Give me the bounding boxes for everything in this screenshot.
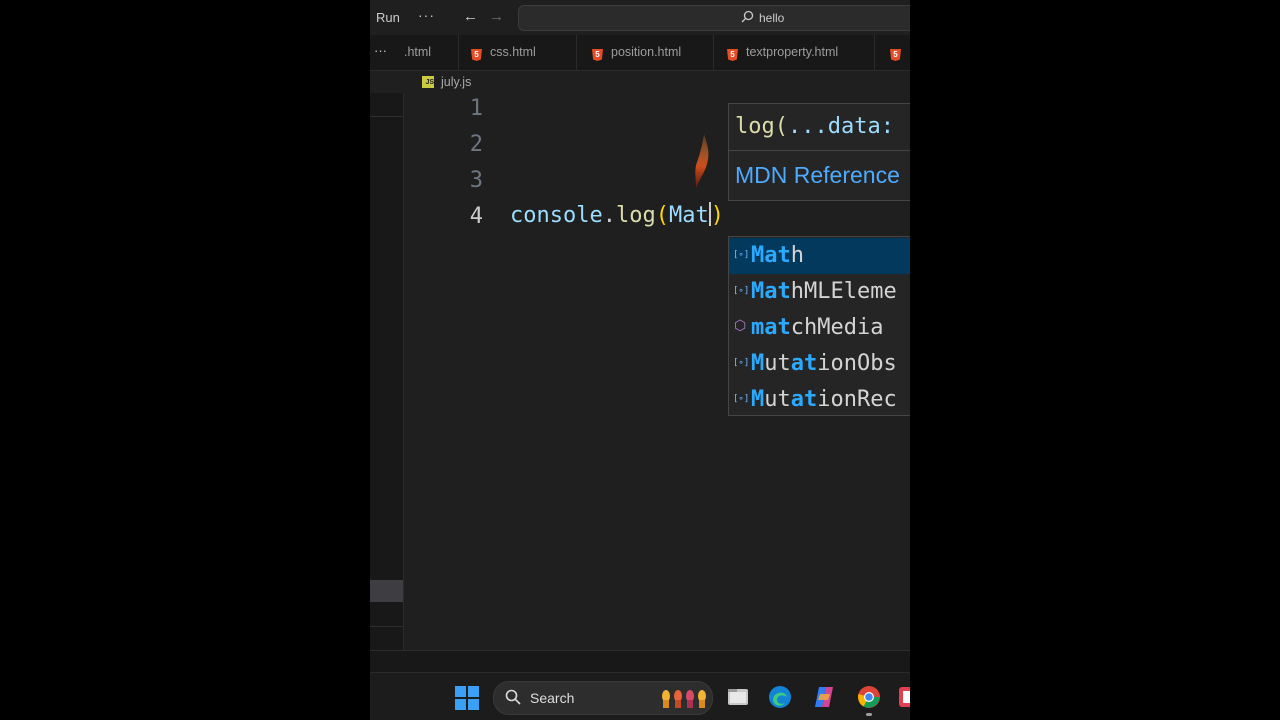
variable-icon: [∘] [733,358,750,368]
command-center-search[interactable]: hello [518,5,910,31]
file-explorer-icon[interactable] [726,685,750,709]
divider [729,150,910,151]
signature-params: ...data: [787,114,894,139]
suggestion-list: [∘] Math [∘] MathMLEleme ⬡ matchMedia [∘… [728,236,910,416]
mdn-reference-link[interactable]: MDN Reference [735,162,900,189]
back-arrow-icon[interactable]: ← [463,8,478,25]
hover-info-panel: log(...data: MDN Reference [728,103,910,201]
suggestion-item-math[interactable]: [∘] Math [729,238,910,274]
code-typed-text: Mat [668,203,709,228]
signature-fn: log( [735,114,788,139]
tab-label: .html [404,45,432,59]
line-number: 3 [469,168,483,193]
code-open-paren: ( [655,203,669,228]
tab-css-html[interactable]: 5 css.html [459,35,577,70]
js-file-icon: JS [422,76,434,88]
windows-start-icon[interactable] [455,686,479,710]
taskbar-search-box[interactable]: Search [493,681,713,715]
variable-icon: [∘] [733,250,750,260]
function-signature: log(...data: [735,114,894,139]
html5-icon: 5 [471,49,482,61]
suggestion-label: MutationRec [751,387,897,412]
code-line[interactable]: console.log(Mat) [510,202,724,228]
flame-icon [695,134,709,188]
suggestion-item-mutationrecord[interactable]: [∘] MutationRec [729,382,910,418]
search-text: hello [759,11,785,25]
code-dot: . [602,203,616,228]
status-strip [370,650,910,673]
edge-browser-icon[interactable] [768,685,792,709]
variable-icon: [∘] [733,286,750,296]
suggestion-label: Math [751,243,804,268]
search-highlight-icon [662,690,706,708]
code-close-paren: ) [710,203,724,228]
search-icon [505,689,521,710]
variable-icon: [∘] [733,394,750,404]
tab-overflow-partial[interactable]: 5 [876,35,910,70]
windows-taskbar: Search [370,672,910,720]
tab-textproperty-html[interactable]: 5 textproperty.html [715,35,875,70]
scrollbar-thumb[interactable] [370,580,403,602]
html5-icon: 5 [727,49,738,61]
search-icon [741,10,754,28]
taskbar-search-label: Search [530,690,575,706]
tab-label: css.html [490,45,536,59]
title-bar: Run ··· ← → hello [370,0,910,35]
minimap-strip [370,93,404,650]
forward-arrow-icon[interactable]: → [489,8,504,25]
line-number: 1 [469,96,483,121]
tab-label: position.html [611,45,682,59]
copilot-icon[interactable] [812,685,836,709]
code-object: console [510,203,603,228]
suggestion-item-matchmedia[interactable]: ⬡ matchMedia [729,310,910,346]
html5-icon: 5 [890,49,901,61]
suggestion-label: MutationObs [751,351,897,376]
breadcrumb-file[interactable]: july.js [441,75,471,89]
breadcrumb: JS july.js [370,71,910,93]
editor-tab-bar: ··· .html 5 css.html 5 position.html 5 text… [370,35,910,71]
suggestion-item-mutationobserver[interactable]: [∘] MutationObs [729,346,910,382]
tab-overflow-button[interactable]: ··· [374,43,387,58]
code-method: log [615,203,656,228]
tab-label: textproperty.html [746,45,839,59]
html5-icon: 5 [592,49,603,61]
line-number-active: 4 [469,204,483,229]
method-cube-icon: ⬡ [734,318,747,334]
suggestion-label: matchMedia [751,315,884,340]
divider [370,116,403,117]
run-menu[interactable]: Run [376,10,400,25]
chrome-browser-icon[interactable] [857,685,881,709]
line-number: 2 [469,132,483,157]
app-icon[interactable] [898,685,910,709]
more-menu-button[interactable]: ··· [418,7,435,23]
suggestion-label: MathMLEleme [751,279,897,304]
divider [370,626,403,627]
vscode-window: Run ··· ← → hello ··· .html 5 css.html 5p… [370,0,910,720]
tab-position-html[interactable]: 5 position.html [578,35,714,70]
active-app-indicator [866,713,872,716]
suggestion-item-mathmlelement[interactable]: [∘] MathMLEleme [729,274,910,310]
tab-html[interactable]: .html [404,35,459,70]
